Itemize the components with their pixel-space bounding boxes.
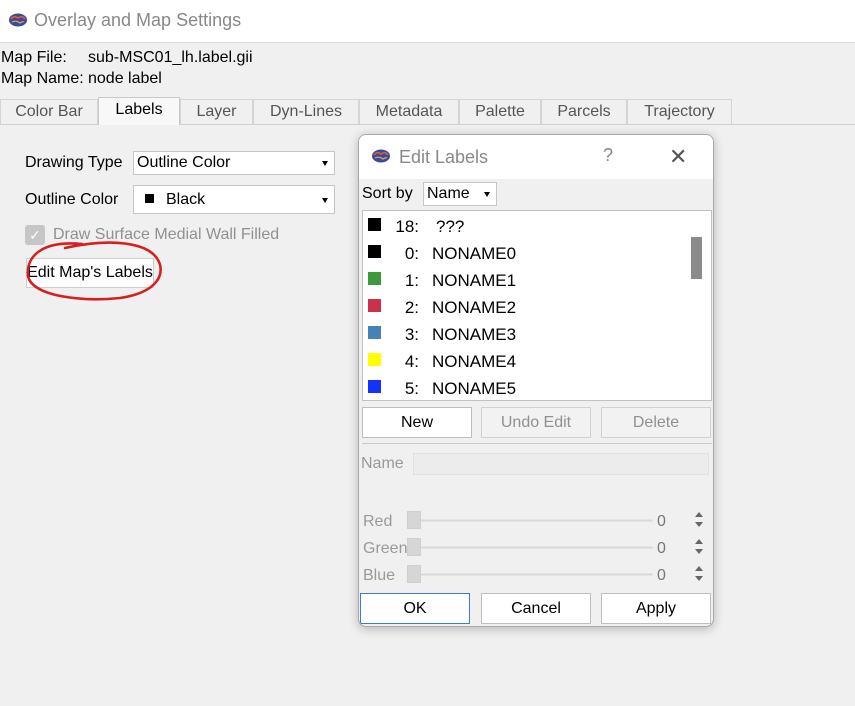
dialog-divider: [362, 443, 712, 444]
sort-by-select[interactable]: Name: [423, 182, 497, 206]
label-name: NONAME2: [432, 298, 517, 317]
blue-label: Blue: [363, 567, 396, 584]
chevron-down-icon: [322, 161, 328, 166]
spin-down-icon[interactable]: [695, 522, 703, 527]
window-title: Overlay and Map Settings: [34, 10, 242, 30]
tab-labels[interactable]: Labels: [98, 97, 180, 125]
tab-color-bar[interactable]: Color Bar: [0, 99, 98, 124]
green-slider-handle[interactable]: [407, 538, 421, 556]
color-swatch: [368, 353, 381, 366]
tab-parcels[interactable]: Parcels: [541, 99, 627, 124]
tab-dyn-lines[interactable]: Dyn-Lines: [253, 99, 359, 124]
list-item[interactable]: 3: NONAME3: [363, 321, 683, 348]
list-item[interactable]: 4: NONAME4: [363, 348, 683, 375]
titlebar-divider: [0, 42, 855, 43]
outline-color-label: Outline Color: [25, 191, 119, 208]
green-value[interactable]: 0: [657, 540, 666, 558]
color-swatch: [145, 194, 154, 203]
drawing-type-label: Drawing Type: [25, 154, 123, 171]
map-file-value: sub-MSC01_lh.label.gii: [88, 49, 253, 66]
label-name: NONAME0: [432, 244, 517, 263]
map-name-value: node label: [88, 70, 162, 87]
ok-button[interactable]: OK: [360, 593, 470, 624]
green-label: Green: [363, 540, 408, 557]
drawing-type-value: Outline Color: [137, 154, 231, 171]
label-key: 0:: [404, 244, 419, 263]
spin-up-icon[interactable]: [695, 512, 703, 517]
outline-color-select[interactable]: Black: [133, 185, 335, 214]
drawing-type-select[interactable]: Outline Color: [133, 151, 335, 175]
list-item[interactable]: 1: NONAME1: [363, 267, 683, 294]
label-name: NONAME1: [432, 271, 517, 290]
chevron-down-icon: [484, 192, 490, 197]
name-field[interactable]: [413, 453, 709, 475]
cancel-button[interactable]: Cancel: [481, 593, 591, 624]
window-titlebar: Overlay and Map Settings: [0, 0, 855, 42]
close-icon[interactable]: ✕: [669, 144, 687, 170]
red-slider-handle[interactable]: [407, 511, 421, 529]
map-name-label: Map Name:: [1, 70, 84, 87]
brain-icon: [9, 13, 27, 27]
blue-slider[interactable]: [407, 573, 653, 576]
spin-down-icon[interactable]: [695, 549, 703, 554]
color-swatch: [368, 299, 381, 312]
list-item[interactable]: 18: ???: [363, 213, 683, 240]
list-item[interactable]: 5: NONAME5: [363, 375, 683, 400]
name-label: Name: [361, 455, 404, 472]
help-icon[interactable]: ?: [603, 145, 613, 166]
color-swatch: [368, 218, 381, 231]
dialog-titlebar: Edit Labels ? ✕: [359, 135, 713, 179]
label-name: NONAME3: [432, 325, 517, 344]
blue-value[interactable]: 0: [657, 567, 666, 585]
spin-up-icon[interactable]: [695, 539, 703, 544]
labels-list[interactable]: 18: ??? 0: NONAME0 1: NONAME1 2: NONAME2…: [362, 210, 712, 401]
apply-button[interactable]: Apply: [601, 593, 711, 624]
color-swatch: [368, 380, 381, 393]
spin-down-icon[interactable]: [695, 576, 703, 581]
delete-button[interactable]: Delete: [601, 407, 711, 438]
tab-layer[interactable]: Layer: [180, 99, 253, 124]
red-slider[interactable]: [407, 519, 653, 522]
dialog-title: Edit Labels: [399, 147, 489, 167]
edit-labels-dialog: Edit Labels ? ✕ Sort by Name 18: ??? 0: …: [358, 134, 714, 627]
tab-palette[interactable]: Palette: [459, 99, 541, 124]
blue-slider-handle[interactable]: [407, 565, 421, 583]
color-swatch: [368, 326, 381, 339]
sort-by-value: Name: [427, 185, 470, 202]
new-button[interactable]: New: [362, 407, 472, 438]
undo-edit-button[interactable]: Undo Edit: [481, 407, 591, 438]
label-key: 4:: [404, 352, 419, 371]
label-key: 2:: [404, 298, 419, 317]
label-key: 3:: [404, 325, 419, 344]
red-value[interactable]: 0: [657, 513, 666, 531]
label-name: NONAME5: [432, 379, 517, 398]
chevron-down-icon: [322, 198, 328, 203]
list-item[interactable]: 2: NONAME2: [363, 294, 683, 321]
green-slider[interactable]: [407, 546, 653, 549]
outline-color-value: Black: [166, 191, 206, 208]
scrollbar-thumb[interactable]: [691, 237, 702, 279]
color-swatch: [368, 272, 381, 285]
spin-up-icon[interactable]: [695, 566, 703, 571]
list-item[interactable]: 0: NONAME0: [363, 240, 683, 267]
red-label: Red: [363, 513, 393, 530]
label-key: 1:: [404, 271, 419, 290]
color-swatch: [368, 245, 381, 258]
label-name: NONAME4: [432, 352, 517, 371]
label-name: ???: [436, 217, 465, 236]
map-file-label: Map File:: [1, 49, 67, 66]
label-key: 5:: [404, 379, 419, 398]
tab-metadata[interactable]: Metadata: [359, 99, 459, 124]
brain-icon: [372, 149, 390, 163]
list-scrollbar[interactable]: [685, 211, 711, 400]
sort-by-label: Sort by: [362, 185, 413, 202]
settings-tabbar: Color Bar Labels Layer Dyn-Lines Metadat…: [0, 97, 855, 125]
tab-trajectory[interactable]: Trajectory: [627, 99, 732, 124]
label-key: 18:: [395, 217, 419, 236]
annotation-circle: [26, 241, 162, 301]
